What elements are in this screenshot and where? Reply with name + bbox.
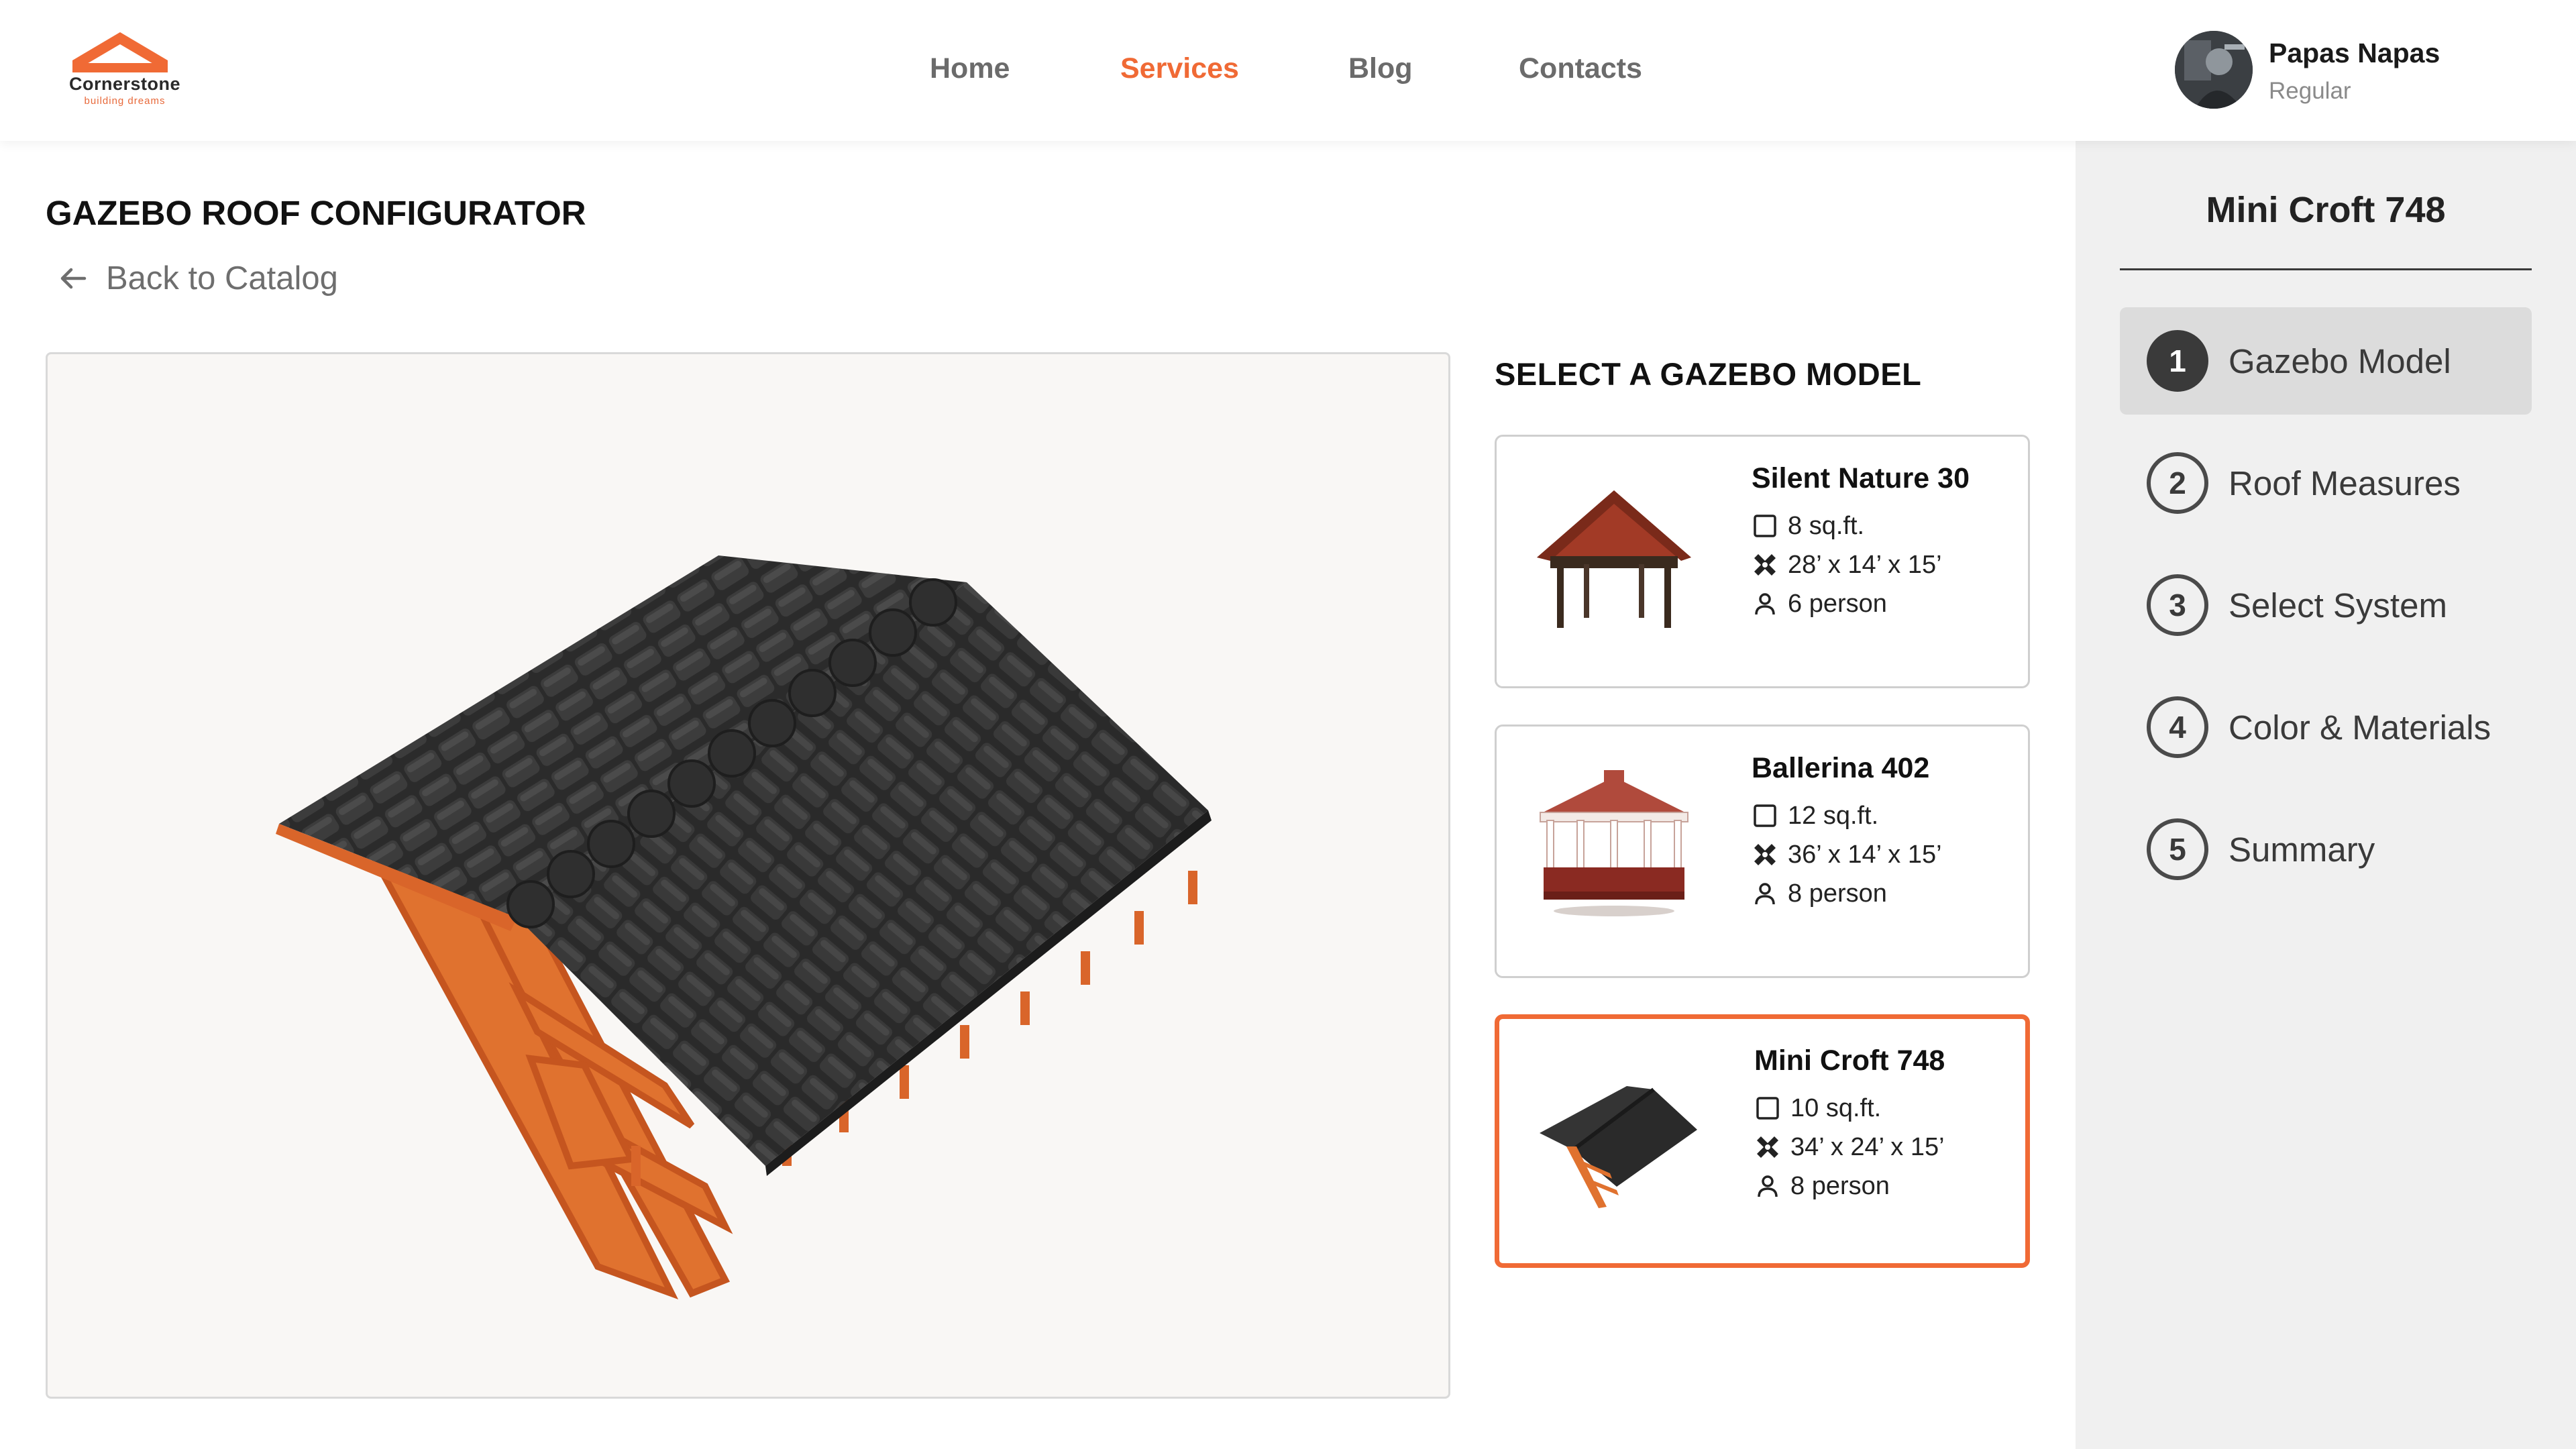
model-area-value: 10 sq.ft.	[1790, 1093, 1882, 1122]
back-label: Back to Catalog	[106, 260, 338, 297]
top-header: Cornerstone building dreams Home Service…	[0, 0, 2576, 141]
select-model-heading: SELECT A GAZEBO MODEL	[1495, 356, 1922, 392]
nav-services[interactable]: Services	[1120, 52, 1239, 85]
back-to-catalog-link[interactable]: Back to Catalog	[56, 255, 338, 302]
user-name: Papas Napas	[2269, 38, 2440, 68]
configurator-steps-sidebar: Mini Croft 748 1 Gazebo Model 2 Roof Mea…	[2076, 141, 2576, 1449]
model-area: 8 sq.ft.	[1752, 509, 1864, 543]
model-capacity-value: 6 person	[1788, 589, 1887, 618]
ballerina-thumbnail	[1540, 770, 1688, 916]
step-label: Color & Materials	[2229, 708, 2491, 747]
brand-tagline: building dreams	[84, 95, 166, 107]
model-name: Silent Nature 30	[1752, 462, 1970, 494]
model-dimensions-value: 36’ x 14’ x 15’	[1788, 840, 1942, 869]
step-roof-measures[interactable]: 2 Roof Measures	[2120, 429, 2532, 537]
model-dimensions: 36’ x 14’ x 15’	[1752, 838, 1942, 871]
step-number: 3	[2147, 574, 2208, 636]
ruler-pencil-icon	[1754, 554, 1776, 576]
step-label: Roof Measures	[2229, 464, 2461, 502]
square-icon	[1756, 1097, 1779, 1120]
model-card-ballerina-402[interactable]: Ballerina 402 12 sq.ft. 36’ x 14’ x 15’ …	[1495, 724, 2030, 978]
selected-model-title: Mini Croft 748	[2206, 190, 2446, 230]
model-card-silent-nature-30[interactable]: Silent Nature 30 8 sq.ft. 28’ x 14’ x 15…	[1495, 435, 2030, 688]
avatar-photo	[2175, 31, 2253, 109]
model-area: 12 sq.ft.	[1752, 799, 1878, 833]
step-label: Gazebo Model	[2229, 341, 2451, 380]
step-gazebo-model[interactable]: 1 Gazebo Model	[2120, 307, 2532, 415]
avatar[interactable]	[2175, 31, 2253, 109]
model-dimensions: 34’ x 24’ x 15’	[1754, 1130, 1945, 1164]
person-icon	[1755, 593, 1775, 615]
step-summary[interactable]: 5 Summary	[2120, 796, 2532, 903]
ruler-pencil-icon	[1754, 844, 1776, 865]
person-icon	[1758, 1175, 1778, 1197]
model-capacity: 6 person	[1752, 587, 1887, 621]
model-capacity-value: 8 person	[1788, 879, 1887, 908]
step-number: 4	[2147, 696, 2208, 758]
square-icon	[1754, 804, 1776, 827]
model-capacity: 8 person	[1752, 877, 1887, 910]
divider	[2120, 268, 2532, 270]
model-capacity-value: 8 person	[1790, 1171, 1890, 1200]
silent-nature-thumbnail	[1537, 490, 1691, 628]
step-number: 2	[2147, 452, 2208, 514]
model-dimensions-value: 34’ x 24’ x 15’	[1790, 1132, 1945, 1161]
model-area-value: 12 sq.ft.	[1788, 801, 1879, 830]
arrow-left-icon	[60, 268, 87, 289]
person-icon	[1755, 883, 1775, 905]
model-area: 10 sq.ft.	[1754, 1091, 1881, 1125]
model-name: Ballerina 402	[1752, 752, 1930, 784]
model-dimensions-value: 28’ x 14’ x 15’	[1788, 550, 1942, 579]
model-dimensions: 28’ x 14’ x 15’	[1752, 548, 1942, 582]
ruler-pencil-icon	[1757, 1136, 1778, 1158]
model-card-mini-croft-748[interactable]: Mini Croft 748 10 sq.ft. 34’ x 24’ x 15’…	[1495, 1014, 2030, 1268]
page-title: GAZEBO ROOF CONFIGURATOR	[46, 194, 586, 232]
gazebo-3d-viewer[interactable]	[46, 352, 1450, 1399]
mini-croft-thumbnail	[1540, 1086, 1697, 1208]
step-select-system[interactable]: 3 Select System	[2120, 551, 2532, 659]
step-label: Summary	[2229, 830, 2375, 869]
step-number: 5	[2147, 818, 2208, 880]
gazebo-3d-render	[276, 555, 1212, 1299]
nav-home[interactable]: Home	[930, 52, 1010, 85]
nav-contacts[interactable]: Contacts	[1519, 52, 1642, 85]
model-area-value: 8 sq.ft.	[1788, 511, 1865, 540]
model-name: Mini Croft 748	[1754, 1044, 1945, 1077]
step-number: 1	[2147, 330, 2208, 392]
square-icon	[1754, 515, 1776, 537]
model-capacity: 8 person	[1754, 1169, 1890, 1203]
step-label: Select System	[2229, 586, 2447, 625]
nav-blog[interactable]: Blog	[1348, 52, 1413, 85]
step-color-materials[interactable]: 4 Color & Materials	[2120, 674, 2532, 781]
user-role: Regular	[2269, 78, 2351, 104]
